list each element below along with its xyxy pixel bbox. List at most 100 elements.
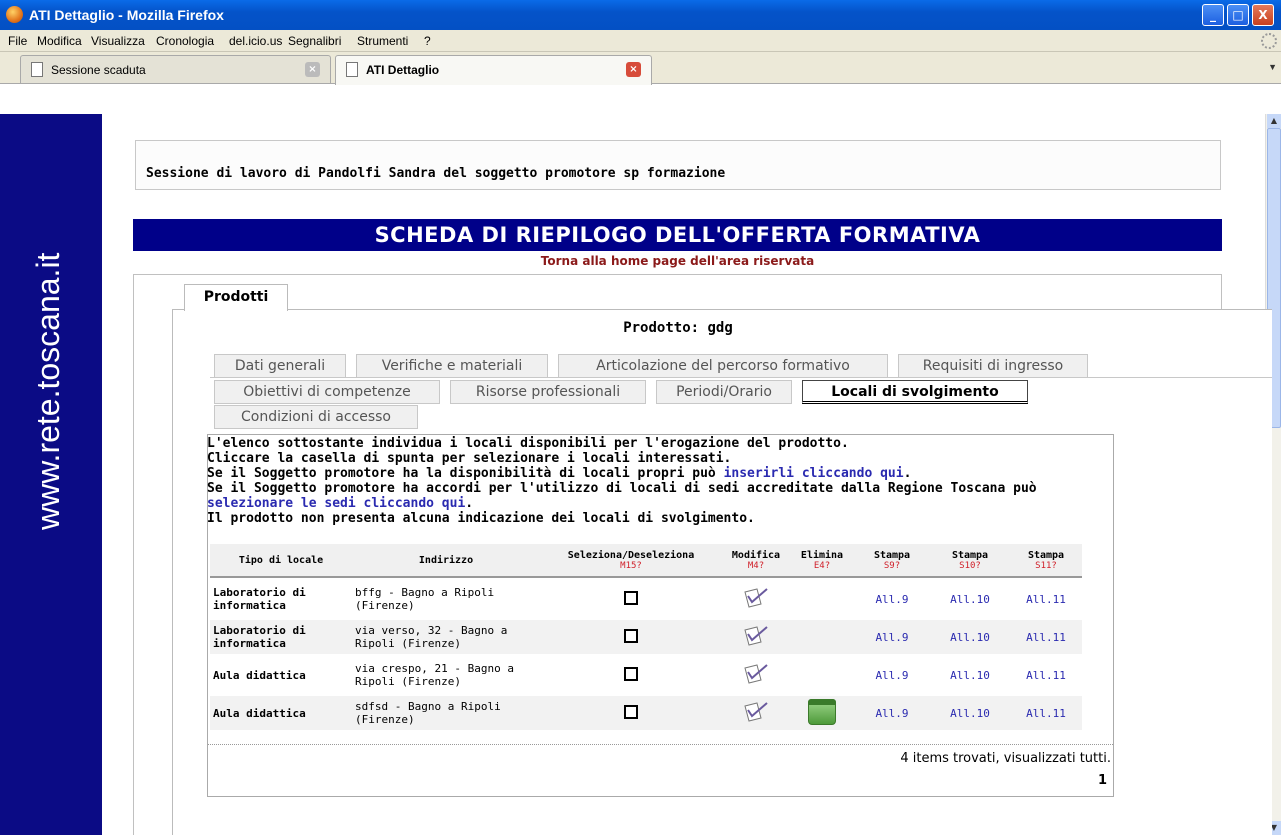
subtab-requisiti[interactable]: Requisiti di ingresso bbox=[898, 354, 1088, 378]
edit-icon[interactable] bbox=[742, 663, 770, 685]
close-tab-icon[interactable]: × bbox=[626, 62, 641, 77]
inserisci-locali-link[interactable]: inserirli cliccando qui bbox=[724, 466, 904, 481]
edit-icon[interactable] bbox=[742, 587, 770, 609]
subtab-articolazione[interactable]: Articolazione del percorso formativo bbox=[558, 354, 888, 378]
menu-cronologia[interactable]: Cronologia bbox=[156, 34, 214, 48]
cell-seleziona bbox=[540, 696, 722, 730]
recycle-bin-icon[interactable] bbox=[808, 698, 836, 725]
col-label: Modifica bbox=[731, 549, 781, 561]
col-stampa-s9: Stampa S9? bbox=[854, 544, 930, 578]
tab-label: ATI Dettaglio bbox=[366, 63, 440, 77]
col-tipo: Tipo di locale bbox=[210, 544, 352, 578]
subtab-dati-generali[interactable]: Dati generali bbox=[214, 354, 346, 378]
print-all11-link[interactable]: All.11 bbox=[1026, 707, 1066, 720]
product-title: Prodotto: gdg bbox=[623, 320, 733, 336]
table-row: Aula didattica via crespo, 21 - Bagno a … bbox=[210, 658, 1082, 692]
page-number[interactable]: 1 bbox=[1098, 773, 1107, 788]
col-label: Seleziona/Deseleziona bbox=[567, 549, 695, 561]
menu-segnalibri[interactable]: Segnalibri bbox=[288, 34, 341, 48]
print-all10-link[interactable]: All.10 bbox=[950, 707, 990, 720]
select-checkbox[interactable] bbox=[624, 666, 638, 681]
cell-stampa-s11: All.11 bbox=[1010, 658, 1082, 692]
table-row: Aula didattica sdfsd - Bagno a Ripoli (F… bbox=[210, 696, 1082, 730]
cell-stampa-s9: All.9 bbox=[854, 582, 930, 616]
desc-line: Il prodotto non presenta alcuna indicazi… bbox=[207, 511, 755, 526]
desc-line: Se il Soggetto promotore ha accordi per … bbox=[207, 481, 1037, 496]
print-all9-link[interactable]: All.9 bbox=[875, 669, 908, 682]
print-all9-link[interactable]: All.9 bbox=[875, 631, 908, 644]
col-label: Tipo di locale bbox=[238, 554, 324, 566]
col-code: E4? bbox=[813, 560, 831, 571]
close-tab-icon[interactable]: × bbox=[305, 62, 320, 77]
window-title: ATI Dettaglio - Mozilla Firefox bbox=[29, 7, 224, 23]
print-all9-link[interactable]: All.9 bbox=[875, 707, 908, 720]
cell-seleziona bbox=[540, 582, 722, 616]
browser-tab-ati-dettaglio[interactable]: ATI Dettaglio × bbox=[335, 55, 652, 85]
col-stampa-s10: Stampa S10? bbox=[930, 544, 1010, 578]
minimize-button[interactable]: _ bbox=[1202, 4, 1224, 26]
select-checkbox[interactable] bbox=[624, 628, 638, 643]
maximize-button[interactable]: □ bbox=[1227, 4, 1249, 26]
scroll-up-icon[interactable]: ▲ bbox=[1267, 114, 1281, 128]
subtab-periodi-orario[interactable]: Periodi/Orario bbox=[656, 380, 792, 404]
cell-stampa-s11: All.11 bbox=[1010, 696, 1082, 730]
col-indirizzo: Indirizzo bbox=[352, 544, 540, 578]
cell-indirizzo: via crespo, 21 - Bagno a Ripoli (Firenze… bbox=[352, 658, 540, 692]
print-all11-link[interactable]: All.11 bbox=[1026, 669, 1066, 682]
menu-visualizza[interactable]: Visualizza bbox=[91, 34, 145, 48]
col-label: Stampa bbox=[1027, 549, 1065, 561]
col-code: S10? bbox=[959, 560, 981, 571]
cell-stampa-s11: All.11 bbox=[1010, 620, 1082, 654]
cell-seleziona bbox=[540, 658, 722, 692]
home-link[interactable]: Torna alla home page dell'area riservata bbox=[0, 254, 1281, 268]
cell-elimina bbox=[790, 696, 854, 730]
edit-icon[interactable] bbox=[742, 701, 770, 723]
page-icon bbox=[346, 62, 358, 77]
cell-stampa-s10: All.10 bbox=[930, 658, 1010, 692]
tab-list-dropdown-icon[interactable]: ▼ bbox=[1268, 62, 1277, 72]
print-all9-link[interactable]: All.9 bbox=[875, 593, 908, 606]
locali-table: Tipo di locale Indirizzo Seleziona/Desel… bbox=[210, 540, 1082, 734]
menu-strumenti[interactable]: Strumenti bbox=[357, 34, 408, 48]
subtab-condizioni-accesso[interactable]: Condizioni di accesso bbox=[214, 405, 418, 429]
print-all10-link[interactable]: All.10 bbox=[950, 669, 990, 682]
cell-modifica bbox=[722, 696, 790, 730]
cell-seleziona bbox=[540, 620, 722, 654]
items-count: 4 items trovati, visualizzati tutti. bbox=[900, 751, 1111, 766]
subtab-locali-svolgimento[interactable]: Locali di svolgimento bbox=[802, 380, 1028, 404]
table-row: Laboratorio di informatica via verso, 32… bbox=[210, 620, 1082, 654]
cell-tipo: Laboratorio di informatica bbox=[210, 620, 352, 654]
col-label: Elimina bbox=[800, 549, 844, 561]
tab-prodotti[interactable]: Prodotti bbox=[184, 284, 288, 311]
close-window-button[interactable]: X bbox=[1252, 4, 1274, 26]
subtab-risorse[interactable]: Risorse professionali bbox=[450, 380, 646, 404]
cell-stampa-s10: All.10 bbox=[930, 696, 1010, 730]
print-all10-link[interactable]: All.10 bbox=[950, 593, 990, 606]
desc-line: L'elenco sottostante individua i locali … bbox=[207, 436, 849, 451]
throbber-icon bbox=[1261, 33, 1277, 49]
browser-tab-sessione-scaduta[interactable]: Sessione scaduta × bbox=[20, 55, 331, 83]
print-all11-link[interactable]: All.11 bbox=[1026, 631, 1066, 644]
desc-line: Se il Soggetto promotore ha la disponibi… bbox=[207, 466, 1037, 481]
menu-bar: File Modifica Visualizza Cronologia del.… bbox=[0, 30, 1281, 52]
cell-stampa-s11: All.11 bbox=[1010, 582, 1082, 616]
cell-tipo: Aula didattica bbox=[210, 696, 352, 730]
edit-icon[interactable] bbox=[742, 625, 770, 647]
subtab-verifiche-materiali[interactable]: Verifiche e materiali bbox=[356, 354, 548, 378]
col-modifica: Modifica M4? bbox=[722, 544, 790, 578]
select-checkbox[interactable] bbox=[624, 704, 638, 719]
menu-delicious[interactable]: del.icio.us bbox=[229, 34, 282, 48]
cell-tipo: Aula didattica bbox=[210, 658, 352, 692]
seleziona-sedi-link[interactable]: selezionare le sedi cliccando qui bbox=[207, 496, 465, 511]
menu-file[interactable]: File bbox=[8, 34, 27, 48]
cell-stampa-s10: All.10 bbox=[930, 620, 1010, 654]
menu-help[interactable]: ? bbox=[424, 34, 431, 48]
print-all11-link[interactable]: All.11 bbox=[1026, 593, 1066, 606]
menu-modifica[interactable]: Modifica bbox=[37, 34, 82, 48]
col-label: Stampa bbox=[951, 549, 989, 561]
col-code: M15? bbox=[620, 560, 642, 571]
col-elimina: Elimina E4? bbox=[790, 544, 854, 578]
select-checkbox[interactable] bbox=[624, 590, 638, 605]
print-all10-link[interactable]: All.10 bbox=[950, 631, 990, 644]
subtab-obiettivi[interactable]: Obiettivi di competenze bbox=[214, 380, 440, 404]
